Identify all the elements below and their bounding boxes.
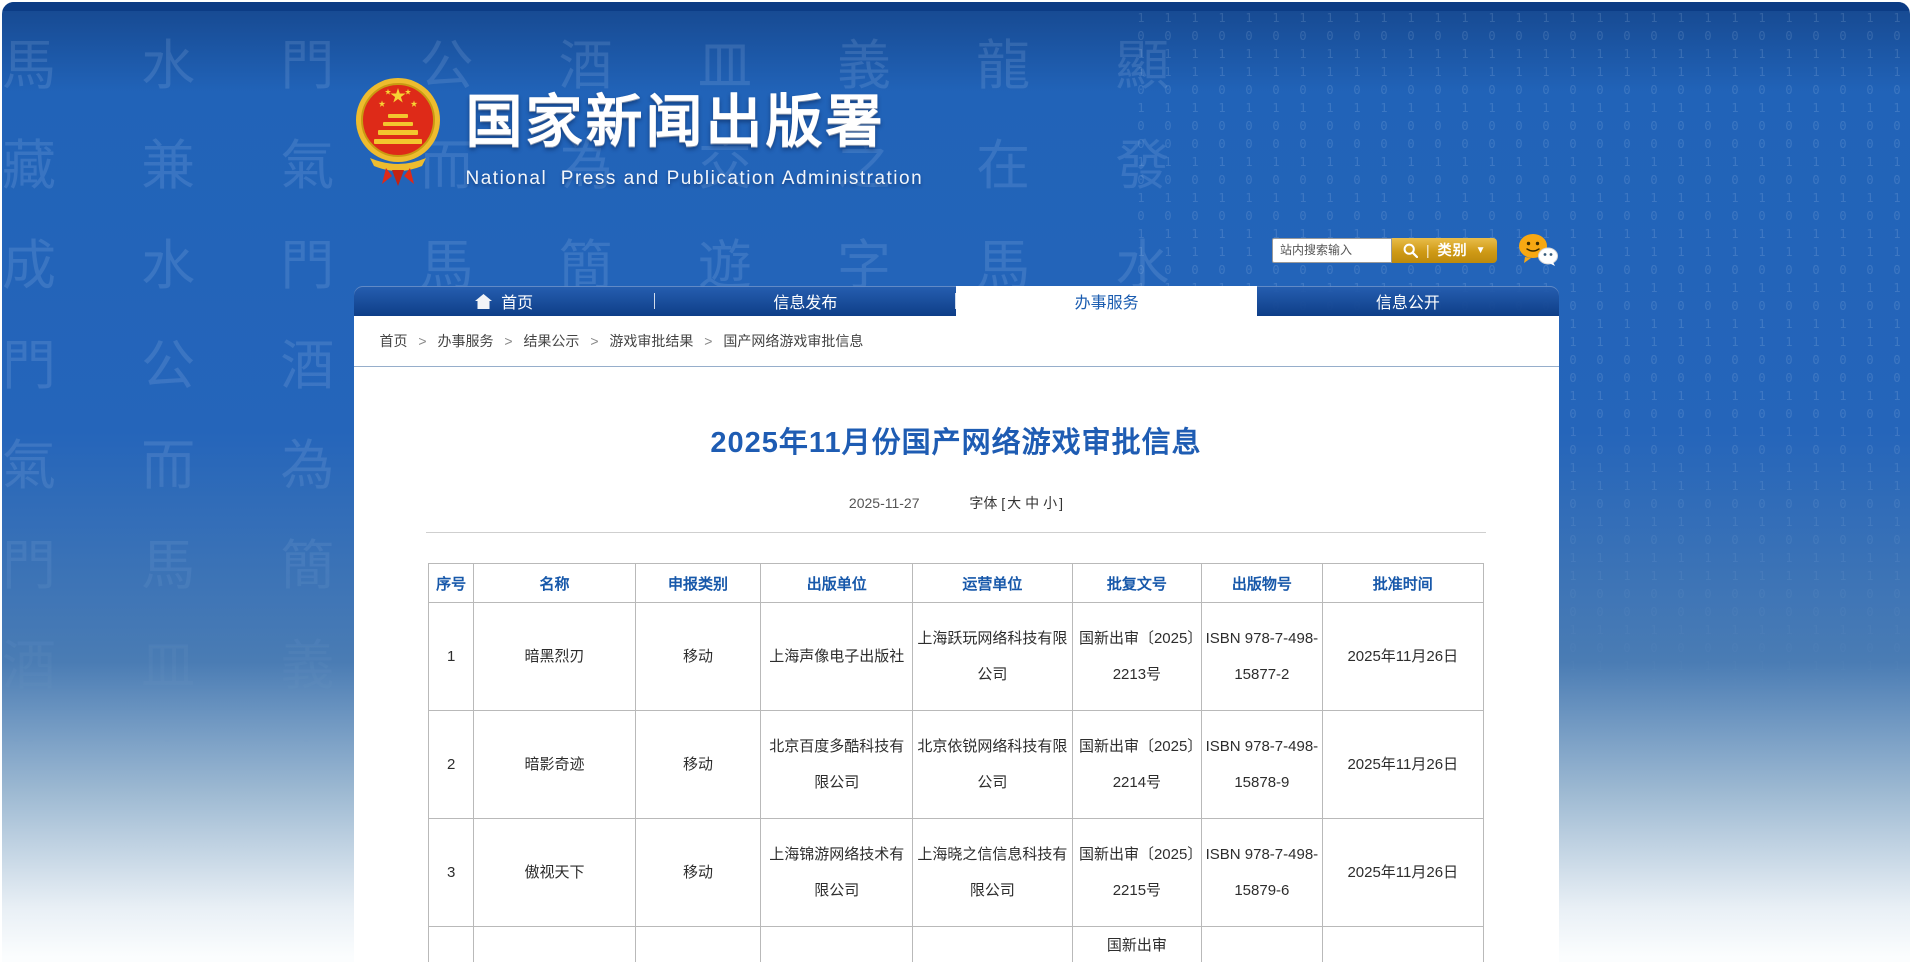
- cell-category: 移动: [635, 711, 761, 819]
- font-size-option-large[interactable]: 大: [1007, 495, 1021, 511]
- cell-name: [474, 927, 635, 962]
- nav-item-label: 信息发布: [773, 289, 837, 313]
- breadcrumb-separator: >: [704, 333, 712, 349]
- site-header: 国家新闻出版署 National Press and Publication A…: [354, 2, 1559, 236]
- search-divider: |: [1426, 242, 1430, 258]
- search-row: | 类别 ▼: [354, 236, 1559, 264]
- nav-item-info-disclosure[interactable]: 信息公开: [1257, 286, 1558, 316]
- cell-operator: [913, 927, 1072, 962]
- cell-category: 移动: [635, 819, 761, 927]
- cell-publisher: [761, 927, 913, 962]
- breadcrumb-item-home[interactable]: 首页: [380, 333, 408, 349]
- cell-isbn: ISBN 978-7-498-15877-2: [1202, 603, 1322, 711]
- cell-publisher: 北京百度多酷科技有限公司: [761, 711, 913, 819]
- divider-line: [426, 532, 1486, 533]
- nav-item-label: 首页: [501, 289, 533, 313]
- font-size-label: 字体: [969, 495, 997, 511]
- table-row: 2 暗影奇迹 移动 北京百度多酷科技有限公司 北京依锐网络科技有限公司 国新出审…: [429, 711, 1484, 819]
- main-nav: 首页 信息发布 办事服务 信息公开: [354, 286, 1559, 316]
- table-header-row: 序号 名称 申报类别 出版单位 运营单位 批复文号 出版物号 批准时间: [429, 564, 1484, 603]
- col-header-operator: 运营单位: [913, 564, 1072, 603]
- home-icon: [475, 294, 492, 309]
- nav-item-services[interactable]: 办事服务: [956, 286, 1257, 316]
- cell-category: 移动: [635, 603, 761, 711]
- publish-date: 2025-11-27: [849, 495, 920, 511]
- site-title: 国家新闻出版署: [466, 76, 924, 158]
- bracket-right: ]: [1059, 495, 1063, 511]
- cell-name: 暗黑烈刃: [474, 603, 635, 711]
- font-size-option-medium[interactable]: 中: [1025, 495, 1039, 511]
- search-input[interactable]: [1272, 238, 1392, 263]
- breadcrumb-item-results[interactable]: 结果公示: [523, 333, 579, 349]
- chevron-down-icon[interactable]: ▼: [1476, 245, 1486, 256]
- col-header-approval-no: 批复文号: [1072, 564, 1202, 603]
- col-header-approval-date: 批准时间: [1322, 564, 1483, 603]
- search-category-button[interactable]: | 类别 ▼: [1392, 238, 1497, 263]
- cell-category: [635, 927, 761, 962]
- cell-approval-no: 国新出审〔2025〕2215号: [1072, 819, 1202, 927]
- cell-seq: 2: [429, 711, 474, 819]
- cell-name: 暗影奇迹: [474, 711, 635, 819]
- approval-table: 序号 名称 申报类别 出版单位 运营单位 批复文号 出版物号 批准时间 1 暗黑…: [428, 563, 1484, 962]
- col-header-publisher: 出版单位: [761, 564, 913, 603]
- cell-operator: 上海跃玩网络科技有限公司: [913, 603, 1072, 711]
- breadcrumb-item-services[interactable]: 办事服务: [437, 333, 493, 349]
- cell-approval-no: 国新出审〔2025〕2213号: [1072, 603, 1202, 711]
- breadcrumb-item-current: 国产网络游戏审批信息: [723, 333, 863, 349]
- article-meta: 2025-11-27 字体 [大中小]: [354, 493, 1559, 513]
- breadcrumb-separator: >: [504, 333, 512, 349]
- table-row: 3 傲视天下 移动 上海锦游网络技术有限公司 上海晓之信信息科技有限公司 国新出…: [429, 819, 1484, 927]
- national-emblem-icon: [352, 70, 444, 188]
- category-dropdown-label[interactable]: 类别: [1438, 240, 1468, 260]
- nav-item-home[interactable]: 首页: [354, 286, 655, 316]
- bracket-left: [: [1001, 495, 1005, 511]
- cell-isbn: [1202, 927, 1322, 962]
- col-header-category: 申报类别: [635, 564, 761, 603]
- breadcrumb-separator: >: [590, 333, 598, 349]
- cell-seq: 3: [429, 819, 474, 927]
- font-size-option-small[interactable]: 小: [1043, 495, 1057, 511]
- page-title: 2025年11月份国产网络游戏审批信息: [354, 419, 1559, 461]
- cell-approval-date: 2025年11月26日: [1322, 603, 1483, 711]
- cell-approval-date: 2025年11月26日: [1322, 819, 1483, 927]
- cell-isbn: ISBN 978-7-498-15879-6: [1202, 819, 1322, 927]
- cell-operator: 北京依锐网络科技有限公司: [913, 711, 1072, 819]
- search-icon[interactable]: [1403, 243, 1418, 258]
- col-header-name: 名称: [474, 564, 635, 603]
- wechat-icon[interactable]: [1517, 233, 1559, 267]
- nav-item-info-release[interactable]: 信息发布: [655, 286, 956, 316]
- breadcrumb: 首页 > 办事服务 > 结果公示 > 游戏审批结果 > 国产网络游戏审批信息: [354, 316, 1559, 367]
- breadcrumb-item-game-approval[interactable]: 游戏审批结果: [609, 333, 693, 349]
- cell-seq: 1: [429, 603, 474, 711]
- cell-publisher: 上海锦游网络技术有限公司: [761, 819, 913, 927]
- cell-operator: 上海晓之信信息科技有限公司: [913, 819, 1072, 927]
- page-card: 馬 水 門 公 酒 皿 義 龍 顯 藏 兼 氣 而 為 交 之 在 發 成 水 …: [2, 2, 1910, 962]
- cell-name: 傲视天下: [474, 819, 635, 927]
- breadcrumb-separator: >: [418, 333, 426, 349]
- nav-item-label: 办事服务: [1075, 289, 1139, 313]
- table-row-partial: 国新出审: [429, 927, 1484, 962]
- cell-isbn: ISBN 978-7-498-15878-9: [1202, 711, 1322, 819]
- site-subtitle: National Press and Publication Administr…: [466, 168, 924, 190]
- cell-approval-no: 国新出审: [1072, 927, 1202, 962]
- content-panel: 首页 > 办事服务 > 结果公示 > 游戏审批结果 > 国产网络游戏审批信息 2…: [354, 316, 1559, 962]
- table-row: 1 暗黑烈刃 移动 上海声像电子出版社 上海跃玩网络科技有限公司 国新出审〔20…: [429, 603, 1484, 711]
- col-header-isbn: 出版物号: [1202, 564, 1322, 603]
- cell-approval-no: 国新出审〔2025〕2214号: [1072, 711, 1202, 819]
- nav-item-label: 信息公开: [1376, 289, 1440, 313]
- cell-publisher: 上海声像电子出版社: [761, 603, 913, 711]
- cell-approval-date: [1322, 927, 1483, 962]
- cell-approval-date: 2025年11月26日: [1322, 711, 1483, 819]
- col-header-seq: 序号: [429, 564, 474, 603]
- cell-seq: [429, 927, 474, 962]
